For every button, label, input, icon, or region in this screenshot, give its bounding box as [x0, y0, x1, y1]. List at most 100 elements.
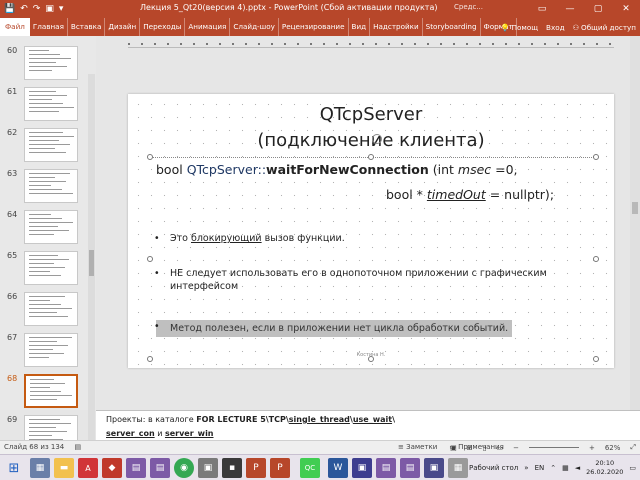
- thumbnail-scroll-thumb[interactable]: [89, 250, 94, 276]
- slide-thumbnail-preview: [24, 251, 78, 285]
- slideshow-view-icon[interactable]: ▭: [496, 444, 503, 452]
- current-slide[interactable]: QTcpServer (подключение клиента) bool QT…: [128, 94, 614, 368]
- slide-thumbnail[interactable]: 60: [4, 46, 92, 86]
- slide-thumbnail[interactable]: 66: [4, 292, 92, 332]
- powerpoint2-taskbar-icon[interactable]: P: [270, 458, 290, 478]
- sig-param2-name: timedOut: [426, 187, 486, 202]
- close-button[interactable]: ✕: [612, 0, 640, 18]
- chevron-double-icon[interactable]: »: [524, 464, 528, 472]
- spellcheck-icon[interactable]: ▤: [75, 443, 82, 451]
- notes-toggle-button[interactable]: ≡ Заметки: [398, 443, 437, 451]
- desktop-toolbar[interactable]: Рабочий стол: [469, 464, 518, 472]
- ribbon-tab[interactable]: Переходы: [140, 18, 186, 36]
- storyboard-app3-icon[interactable]: ▤: [376, 458, 396, 478]
- help-icon[interactable]: 💡: [501, 23, 510, 32]
- normal-view-icon[interactable]: ▣: [450, 444, 457, 452]
- zoom-level[interactable]: 62%: [605, 444, 621, 452]
- notes-pane[interactable]: Проекты: в каталоге FOR LECTURE 5\TCP\si…: [96, 410, 640, 440]
- zoom-slider[interactable]: [528, 447, 579, 448]
- slide-scrollbar[interactable]: [630, 36, 640, 410]
- ribbon-tab[interactable]: Анимация: [185, 18, 231, 36]
- zoom-out-icon[interactable]: −: [513, 444, 519, 452]
- notes-projects-label: Проекты: в каталоге: [106, 415, 197, 424]
- pdf-app-icon[interactable]: ◆: [102, 458, 122, 478]
- slide-counter: Слайд 68 из 134: [4, 443, 65, 451]
- fit-slide-icon[interactable]: ⤢: [630, 443, 636, 452]
- media-app-icon[interactable]: ▣: [198, 458, 218, 478]
- ribbon-tab[interactable]: Storyboarding: [423, 18, 481, 36]
- rotate-handle-icon[interactable]: [372, 134, 382, 144]
- start-slideshow-icon[interactable]: ▣: [45, 4, 54, 14]
- slide-thumbnail[interactable]: 61: [4, 87, 92, 127]
- reading-view-icon[interactable]: ▯: [483, 444, 487, 452]
- ruler-tick: [401, 43, 403, 45]
- folder-icon[interactable]: ▬: [54, 458, 74, 478]
- system-tray: Рабочий стол » EN ⌃ ▦ ◄ 20:10 26.02.2020…: [469, 458, 636, 478]
- ribbon-tab[interactable]: Рецензирование: [279, 18, 349, 36]
- slide-thumbnail[interactable]: 65: [4, 251, 92, 291]
- volume-icon[interactable]: ◄: [575, 464, 580, 472]
- ruler-tick: [531, 43, 533, 45]
- help-search[interactable]: Помощ: [512, 23, 538, 32]
- minimize-button[interactable]: —: [556, 0, 584, 18]
- sign-in-link[interactable]: Вход: [546, 23, 565, 32]
- notes-line1: Проекты: в каталоге FOR LECTURE 5\TCP\si…: [106, 415, 395, 424]
- slide-thumbnail[interactable]: 67: [4, 333, 92, 373]
- notifications-icon[interactable]: ▭: [629, 464, 636, 472]
- ribbon-tab[interactable]: Слайд-шоу: [230, 18, 279, 36]
- ribbon-tab[interactable]: Главная: [30, 18, 68, 36]
- clock[interactable]: 20:10 26.02.2020: [586, 459, 623, 477]
- bullet-blocking: Это блокирующий вызов функции.: [154, 232, 556, 245]
- language-indicator[interactable]: EN: [535, 464, 545, 472]
- thumbnail-scrollbar[interactable]: [88, 74, 95, 444]
- ribbon-display-icon[interactable]: ▭: [528, 0, 556, 18]
- terminal-icon[interactable]: ▪: [222, 458, 242, 478]
- method-signature-line2: bool * timedOut = nullptr);: [386, 187, 554, 202]
- ribbon-tab[interactable]: Вставка: [68, 18, 106, 36]
- network-icon[interactable]: ▦: [562, 464, 569, 472]
- redo-icon[interactable]: ↷: [33, 4, 41, 14]
- ruler-tick: [167, 43, 169, 45]
- resize-handle-tr[interactable]: [593, 154, 599, 160]
- storyboard-app4-icon[interactable]: ▤: [400, 458, 420, 478]
- resize-handle-tl[interactable]: [147, 154, 153, 160]
- sorter-view-icon[interactable]: ⊞: [467, 444, 473, 452]
- tray-up-icon[interactable]: ⌃: [550, 464, 556, 472]
- powerpoint-taskbar-icon[interactable]: P: [246, 458, 266, 478]
- slide-thumbnail[interactable]: 68: [4, 374, 92, 414]
- storyboard-app-icon[interactable]: ▤: [126, 458, 146, 478]
- file-explorer-icon[interactable]: ▦: [30, 458, 50, 478]
- ribbon-tab[interactable]: Надстройки: [370, 18, 423, 36]
- ruler-tick: [128, 43, 130, 45]
- pdf-reader-icon[interactable]: A: [78, 458, 98, 478]
- share-button[interactable]: ⚇ Общий доступ: [573, 23, 636, 32]
- vs-app2-icon[interactable]: ▣: [424, 458, 444, 478]
- zoom-in-icon[interactable]: +: [589, 444, 595, 452]
- restore-button[interactable]: ▢: [584, 0, 612, 18]
- app-icon[interactable]: ▦: [448, 458, 468, 478]
- visual-studio-icon[interactable]: ▣: [352, 458, 372, 478]
- word-icon[interactable]: W: [328, 458, 348, 478]
- save-icon[interactable]: 💾: [4, 4, 15, 14]
- resize-handle-ml[interactable]: [147, 256, 153, 262]
- qt-creator-icon[interactable]: QC: [300, 458, 320, 478]
- chrome-icon[interactable]: ◉: [174, 458, 194, 478]
- windows-start-icon[interactable]: ⊞: [4, 458, 24, 478]
- notes-sep2: \: [392, 415, 395, 424]
- resize-handle-mr[interactable]: [593, 256, 599, 262]
- customize-qat-icon[interactable]: ▾: [59, 4, 64, 14]
- account-label[interactable]: Средс...: [454, 3, 483, 11]
- storyboard-app2-icon[interactable]: ▤: [150, 458, 170, 478]
- clock-date: 26.02.2020: [586, 468, 624, 476]
- slide-scroll-thumb[interactable]: [632, 202, 638, 214]
- slide-thumbnail[interactable]: 63: [4, 169, 92, 209]
- ruler-tick: [336, 43, 338, 45]
- ribbon-tab[interactable]: Вид: [349, 18, 371, 36]
- ribbon-tab[interactable]: Файл: [0, 18, 30, 36]
- ribbon-tab[interactable]: Дизайн: [105, 18, 141, 36]
- slide-thumbnail[interactable]: 62: [4, 128, 92, 168]
- slide-thumbnail[interactable]: 64: [4, 210, 92, 250]
- undo-icon[interactable]: ↶: [20, 4, 28, 14]
- resize-handle-tc[interactable]: [368, 154, 374, 160]
- slide-title[interactable]: QTcpServer (подключение клиента): [128, 102, 614, 154]
